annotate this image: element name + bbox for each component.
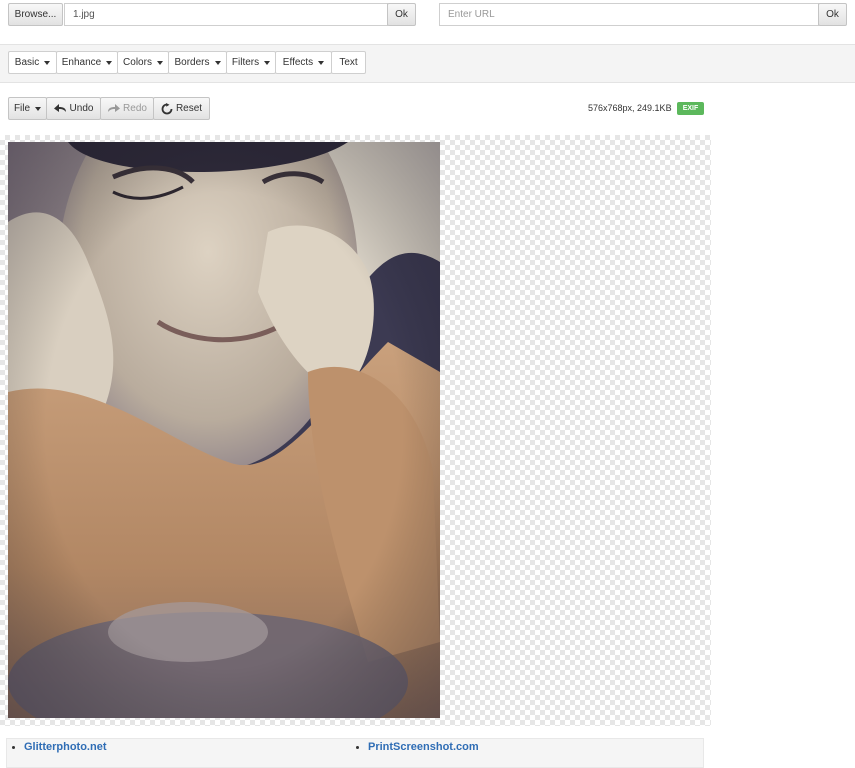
menu-effects-label: Effects [282, 57, 314, 68]
redo-button[interactable]: Redo [100, 97, 154, 120]
exif-badge[interactable]: EXIF [677, 102, 704, 115]
chevron-down-icon [106, 60, 113, 65]
menu-colors[interactable]: Colors [117, 51, 169, 74]
link-glitterphoto[interactable]: Glitterphoto.net [12, 741, 107, 753]
menu-filters[interactable]: Filters [226, 51, 276, 74]
menu-colors-label: Colors [123, 57, 152, 68]
menu-borders-label: Borders [174, 57, 210, 68]
link-glitterphoto-label: Glitterphoto.net [24, 741, 107, 753]
image-dimensions: 576x768px, 249.1KB [588, 103, 672, 113]
chevron-down-icon [214, 60, 221, 65]
chevron-down-icon [318, 60, 325, 65]
edited-photo[interactable] [8, 142, 440, 718]
file-menu-label: File [13, 103, 31, 114]
chevron-down-icon [156, 60, 163, 65]
bullet-icon [356, 745, 359, 749]
redo-label: Redo [123, 103, 147, 114]
chevron-down-icon [35, 106, 42, 111]
bullet-icon [12, 745, 15, 749]
chevron-down-icon [44, 60, 51, 65]
url-input[interactable] [439, 3, 819, 26]
footer-links [6, 738, 704, 768]
chevron-down-icon [264, 60, 271, 65]
menu-text[interactable]: Text [331, 51, 366, 74]
menu-basic[interactable]: Basic [8, 51, 57, 74]
file-ok-button[interactable]: Ok [387, 3, 416, 26]
menu-borders[interactable]: Borders [168, 51, 227, 74]
url-ok-button[interactable]: Ok [818, 3, 847, 26]
link-printscreenshot[interactable]: PrintScreenshot.com [356, 741, 479, 753]
photo-image [8, 142, 440, 718]
menu-basic-label: Basic [14, 57, 40, 68]
redo-icon [108, 104, 121, 112]
menu-enhance-label: Enhance [61, 57, 102, 68]
reset-icon [161, 102, 173, 114]
menu-filters-label: Filters [231, 57, 260, 68]
reset-label: Reset [175, 103, 203, 114]
reset-button[interactable]: Reset [153, 97, 210, 120]
undo-label: Undo [69, 103, 94, 114]
menu-enhance[interactable]: Enhance [56, 51, 118, 74]
undo-icon [53, 104, 66, 112]
browse-button[interactable]: Browse... [8, 3, 63, 26]
menu-effects[interactable]: Effects [275, 51, 332, 74]
file-name-field[interactable] [64, 3, 388, 26]
link-printscreenshot-label: PrintScreenshot.com [368, 741, 479, 753]
file-menu-button[interactable]: File [8, 97, 47, 120]
menu-text-label: Text [339, 57, 358, 68]
undo-button[interactable]: Undo [46, 97, 101, 120]
